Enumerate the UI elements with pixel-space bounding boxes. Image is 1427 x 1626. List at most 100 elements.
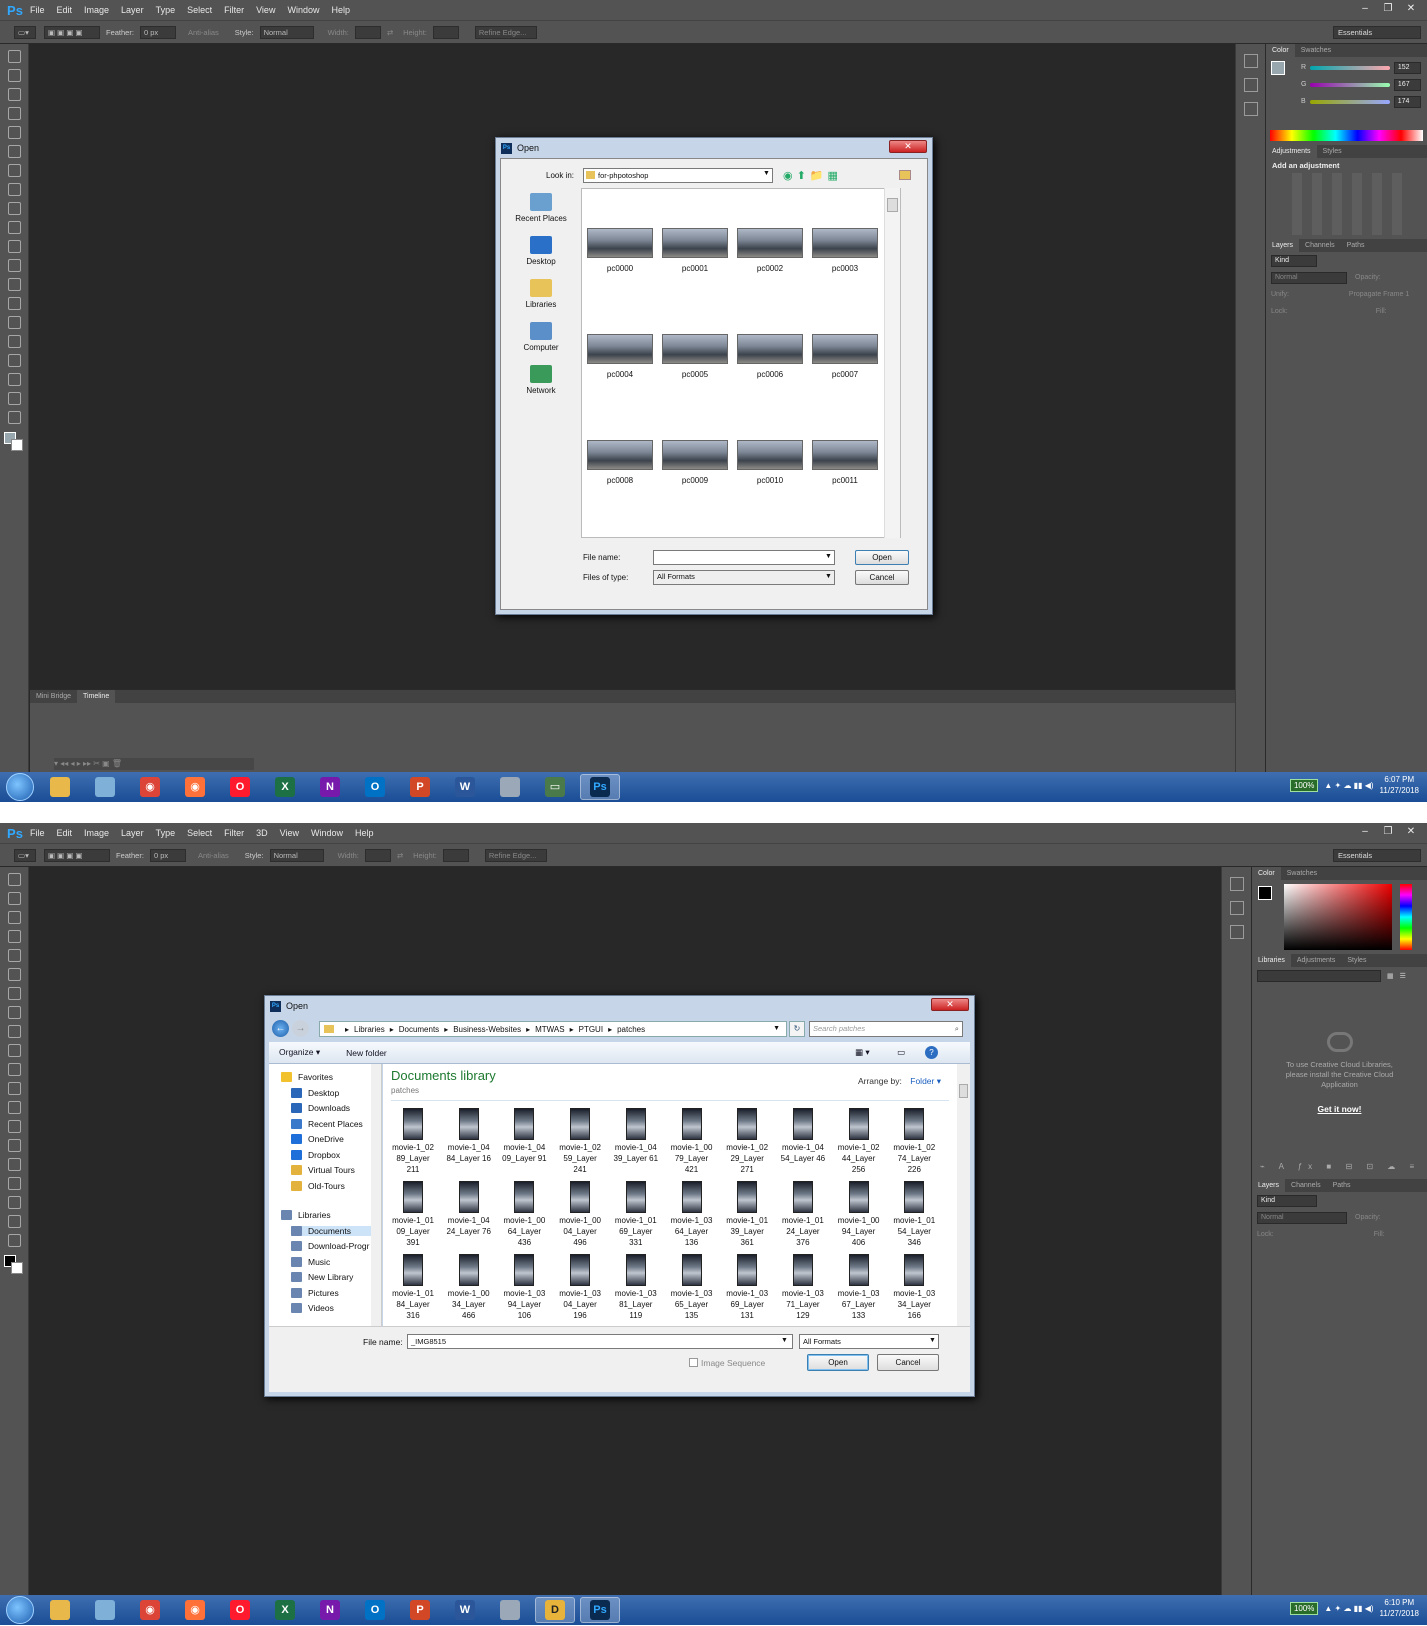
- file-item[interactable]: movie-1_04 39_Layer 61: [610, 1108, 662, 1164]
- eyedropper-tool-icon[interactable]: [7, 968, 21, 981]
- nav-scrollbar[interactable]: [371, 1064, 381, 1326]
- file-item[interactable]: movie-1_04 24_Layer 76: [443, 1181, 495, 1237]
- tray-icons[interactable]: ▲ ✦ ☁ ▮▮ ◀): [1324, 1604, 1373, 1613]
- file-item[interactable]: movie-1_01 09_Layer 391: [387, 1181, 439, 1248]
- move-tool-icon[interactable]: [7, 873, 21, 886]
- file-item[interactable]: movie-1_03 81_Layer 119: [610, 1254, 662, 1321]
- taskbar-app-explorer[interactable]: [40, 774, 80, 800]
- hand-tool-icon[interactable]: [7, 1215, 21, 1228]
- taskbar-app-onenote[interactable]: N: [310, 774, 350, 800]
- taskbar-app-word[interactable]: W: [445, 774, 485, 800]
- look-in-dropdown-icon[interactable]: ▼: [763, 170, 770, 177]
- file-item[interactable]: movie-1_01 54_Layer 346: [888, 1181, 940, 1248]
- breadcrumb-documents[interactable]: Documents: [399, 1025, 439, 1034]
- file-list-scrollbar[interactable]: [884, 188, 900, 538]
- taskbar-app-chrome[interactable]: ◉: [130, 774, 170, 800]
- back-button[interactable]: ←: [272, 1020, 289, 1037]
- swap-icon[interactable]: ⇄: [387, 28, 393, 37]
- file-item[interactable]: movie-1_03 67_Layer 133: [833, 1254, 885, 1321]
- taskbar-app-opera[interactable]: O: [220, 1597, 260, 1623]
- stamp-tool-icon[interactable]: [7, 202, 21, 215]
- properties-icon[interactable]: [1229, 901, 1244, 915]
- crop-tool-icon[interactable]: [7, 949, 21, 962]
- file-item[interactable]: pc0002: [737, 228, 803, 273]
- filename-input[interactable]: [653, 550, 835, 565]
- height-input[interactable]: [432, 25, 459, 39]
- history-brush-icon[interactable]: [7, 1044, 21, 1057]
- breadcrumb-patches[interactable]: patches: [617, 1025, 645, 1034]
- file-item[interactable]: pc0006: [737, 334, 803, 379]
- taskbar-app-dreamweaver[interactable]: D: [535, 1597, 575, 1623]
- minimize-icon[interactable]: –: [1355, 825, 1375, 839]
- g-value[interactable]: 167: [1393, 78, 1421, 91]
- timeline-controls[interactable]: ▾ ◂◂ ◂ ▸ ▸▸ ✂ ▣ 🗑: [54, 758, 254, 770]
- look-in-select[interactable]: for-phpotoshop: [583, 168, 773, 183]
- width-input[interactable]: [364, 848, 391, 862]
- color-swatch-foreground[interactable]: [1258, 886, 1272, 900]
- clock[interactable]: 6:10 PM 11/27/2018: [1380, 1597, 1419, 1619]
- dodge-tool-icon[interactable]: [7, 297, 21, 310]
- height-input[interactable]: [442, 848, 469, 862]
- close-icon[interactable]: ✕: [1401, 2, 1421, 16]
- restore-icon[interactable]: ❐: [1378, 2, 1398, 16]
- layer-kind-filter[interactable]: Kind: [1257, 1194, 1317, 1207]
- file-item[interactable]: movie-1_03 04_Layer 196: [554, 1254, 606, 1321]
- width-input[interactable]: [354, 25, 381, 39]
- taskbar-app-monitor[interactable]: ▭: [535, 774, 575, 800]
- refresh-button[interactable]: ↻: [789, 1021, 805, 1037]
- taskbar-app-photoshop[interactable]: Ps: [580, 1597, 620, 1623]
- open-button[interactable]: Open: [807, 1354, 869, 1371]
- menu-image[interactable]: Image: [84, 828, 109, 838]
- zoom-tool-icon[interactable]: [7, 1234, 21, 1247]
- marquee-preset-picker[interactable]: ▭▾: [14, 25, 36, 39]
- new-folder-button[interactable]: New folder: [346, 1048, 387, 1058]
- taskbar-app-photoshop[interactable]: Ps: [580, 774, 620, 800]
- tab-layers[interactable]: Layers: [1266, 239, 1300, 252]
- b-value[interactable]: 174: [1393, 95, 1421, 108]
- gradient-tool-icon[interactable]: [7, 1082, 21, 1095]
- file-item[interactable]: movie-1_01 84_Layer 316: [387, 1254, 439, 1321]
- shape-tool-icon[interactable]: [7, 373, 21, 386]
- workspace-switcher[interactable]: Essentials: [1333, 849, 1421, 862]
- zoom-tool-icon[interactable]: [7, 411, 21, 424]
- breadcrumb-mtwas[interactable]: MTWAS: [535, 1025, 564, 1034]
- organize-button[interactable]: Organize ▾: [279, 1047, 320, 1058]
- antialias-checkbox[interactable]: Anti-alias: [198, 851, 229, 860]
- properties-icon[interactable]: [1243, 102, 1258, 116]
- menu-edit[interactable]: Edit: [57, 828, 73, 838]
- nav-item-videos[interactable]: Videos: [291, 1303, 334, 1313]
- file-pane[interactable]: Documents library patches Arrange by: Fo…: [383, 1064, 957, 1326]
- stamp-tool-icon[interactable]: [7, 1025, 21, 1038]
- pen-tool-icon[interactable]: [7, 1139, 21, 1152]
- path-select-icon[interactable]: [7, 354, 21, 367]
- eyedropper-tool-icon[interactable]: [7, 145, 21, 158]
- color-spectrum-bar[interactable]: [1270, 130, 1423, 141]
- color-field[interactable]: [1284, 884, 1392, 950]
- restore-icon[interactable]: ❐: [1378, 825, 1398, 839]
- taskbar-app-calculator[interactable]: [490, 1597, 530, 1623]
- pen-tool-icon[interactable]: [7, 316, 21, 329]
- foreground-background-swatches[interactable]: [4, 432, 24, 452]
- taskbar-app-chrome[interactable]: ◉: [130, 1597, 170, 1623]
- menu-image[interactable]: Image: [84, 5, 109, 15]
- breadcrumb-libraries[interactable]: Libraries: [354, 1025, 385, 1034]
- feather-input[interactable]: 0 px: [139, 25, 176, 39]
- breadcrumb-separator-icon[interactable]: ▸: [444, 1025, 448, 1034]
- dialog-close-button[interactable]: ✕: [931, 998, 969, 1011]
- library-select[interactable]: [1257, 969, 1381, 982]
- file-item[interactable]: pc0008: [587, 440, 653, 485]
- nav-item-download-progr[interactable]: Download-Progr: [291, 1241, 369, 1251]
- filename-dropdown-icon[interactable]: ▼: [825, 553, 832, 560]
- brush-tool-icon[interactable]: [7, 183, 21, 196]
- marquee-tool-icon[interactable]: [7, 892, 21, 905]
- tab-timeline[interactable]: Timeline: [77, 690, 116, 703]
- lasso-tool-icon[interactable]: [7, 911, 21, 924]
- shape-tool-icon[interactable]: [7, 1196, 21, 1209]
- selection-mode-buttons[interactable]: ▣ ▣ ▣ ▣: [44, 848, 110, 862]
- eraser-tool-icon[interactable]: [7, 1063, 21, 1076]
- antialias-checkbox[interactable]: Anti-alias: [188, 28, 219, 37]
- breadcrumb-business-websites[interactable]: Business-Websites: [453, 1025, 521, 1034]
- tab-paths[interactable]: Paths: [1327, 1182, 1357, 1189]
- file-item[interactable]: movie-1_02 59_Layer 241: [554, 1108, 606, 1175]
- place-desktop[interactable]: Desktop: [506, 236, 576, 266]
